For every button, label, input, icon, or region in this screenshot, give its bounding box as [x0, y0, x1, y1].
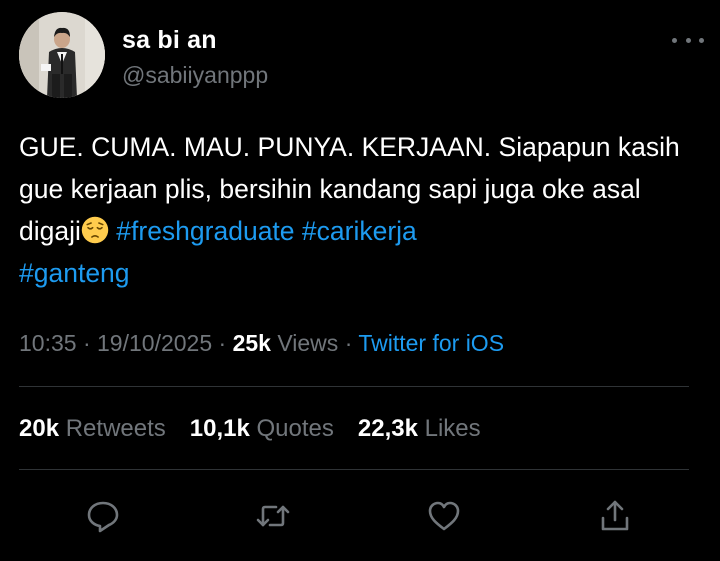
separator: ·	[82, 330, 91, 356]
hashtag-link[interactable]: #carikerja	[302, 216, 417, 246]
avatar[interactable]	[19, 12, 105, 98]
quotes-label: Quotes	[256, 415, 334, 442]
views-count: 25k	[232, 330, 271, 356]
handle[interactable]: @sabiiyanppp	[122, 62, 268, 89]
tweet-meta: 10:35 · 19/10/2025 · 25k Views · Twitter…	[19, 330, 504, 357]
divider	[19, 469, 689, 470]
hashtag-link[interactable]: #freshgraduate	[116, 216, 294, 246]
likes-label: Likes	[424, 415, 481, 442]
retweets-stat[interactable]: 20k Retweets	[19, 415, 166, 442]
tweet-date[interactable]: 19/10/2025	[97, 330, 212, 356]
reply-icon	[87, 501, 119, 533]
engagement-stats: 20k Retweets 10,1k Quotes 22,3k Likes	[19, 415, 505, 443]
separator: ·	[344, 330, 353, 356]
avatar-image	[19, 12, 105, 98]
share-icon	[601, 500, 629, 531]
like-icon	[428, 501, 460, 531]
more-dot-icon	[685, 37, 691, 43]
likes-stat[interactable]: 22,3k Likes	[358, 415, 481, 442]
source-link[interactable]: Twitter for iOS	[358, 330, 504, 356]
more-dot-icon	[672, 37, 677, 43]
quotes-count: 10,1k	[189, 415, 250, 442]
more-dot-icon	[699, 37, 704, 43]
pensive-face-icon	[81, 216, 109, 244]
retweet-icon	[256, 505, 290, 527]
share-button[interactable]	[597, 498, 633, 534]
display-name[interactable]: sa bi an	[122, 26, 217, 55]
more-options-button[interactable]	[672, 30, 704, 50]
divider	[19, 386, 689, 387]
retweets-label: Retweets	[65, 415, 166, 442]
reply-button[interactable]	[85, 498, 121, 534]
hashtag-link[interactable]: #ganteng	[19, 258, 130, 288]
like-button[interactable]	[426, 498, 462, 534]
likes-count: 22,3k	[357, 415, 418, 442]
tweet-time[interactable]: 10:35	[19, 330, 77, 356]
tweet-text: GUE. CUMA. MAU. PUNYA. KERJAAN. Siapapun…	[19, 126, 699, 294]
retweets-count: 20k	[19, 415, 60, 442]
views-label: Views	[277, 330, 339, 356]
separator: ·	[218, 330, 227, 356]
quotes-stat[interactable]: 10,1k Quotes	[190, 415, 334, 442]
retweet-button[interactable]	[255, 498, 291, 534]
